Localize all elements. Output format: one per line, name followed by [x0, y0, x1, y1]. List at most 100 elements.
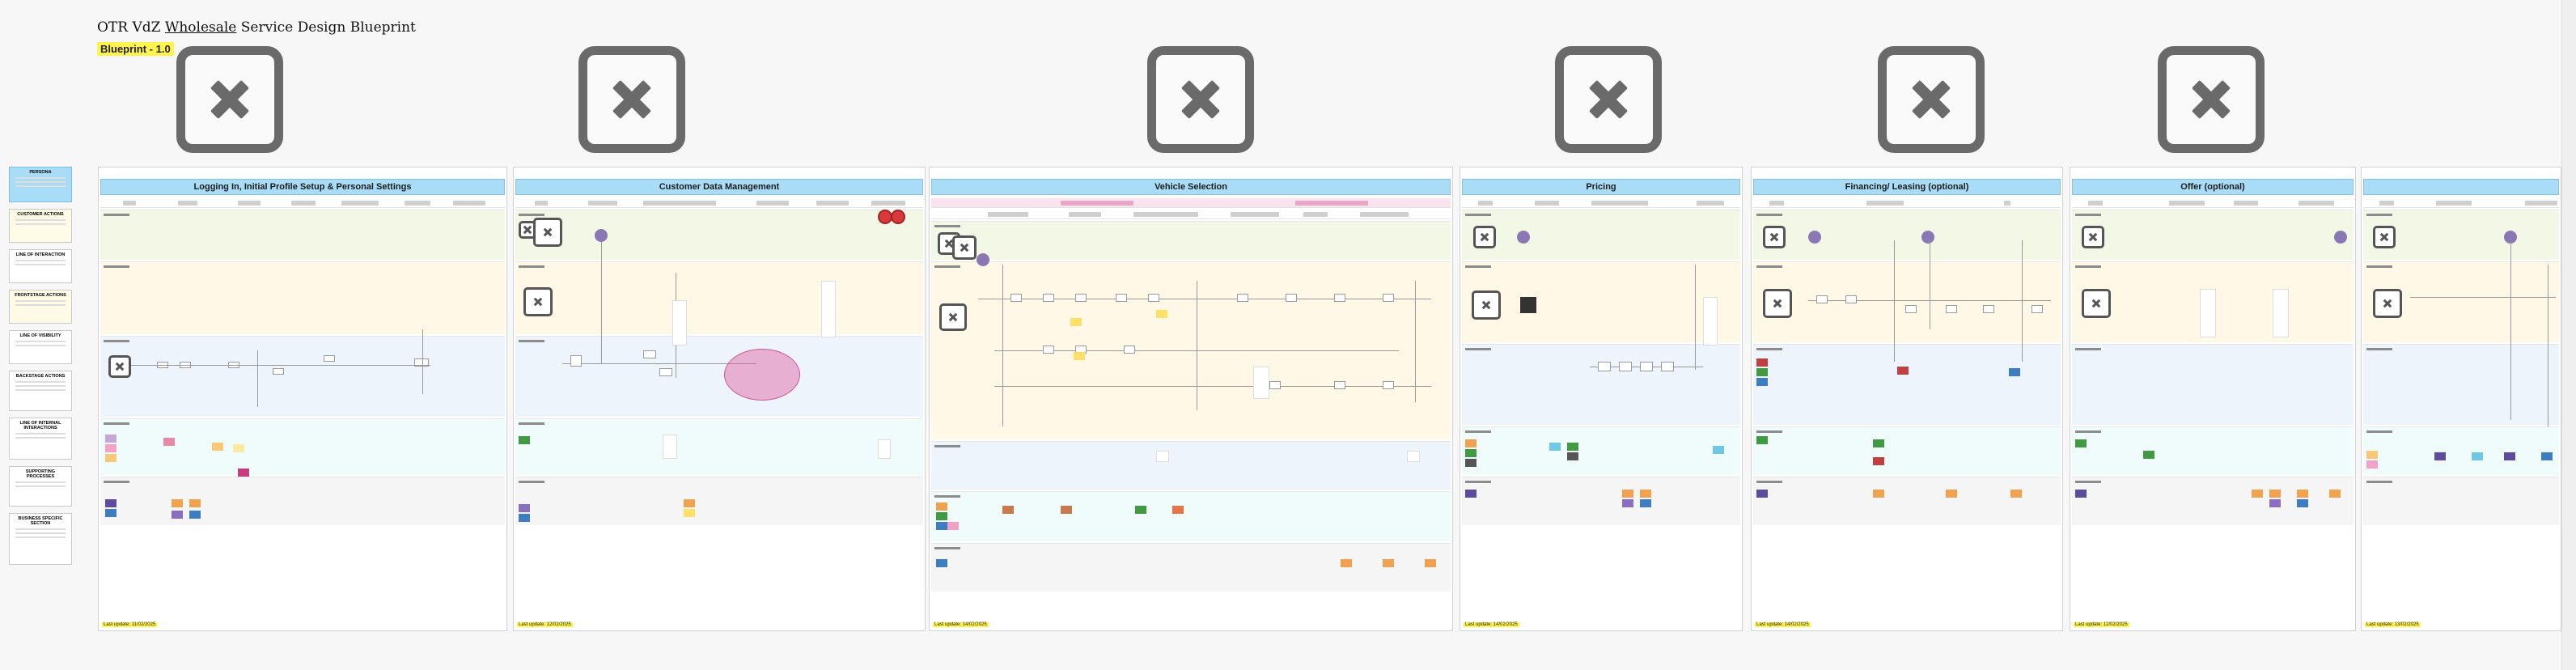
broken-image-icon[interactable]	[1472, 290, 1501, 320]
flow-node[interactable]	[1703, 297, 1718, 346]
sticky-note[interactable]	[1002, 506, 1014, 514]
sticky-note[interactable]	[189, 511, 201, 519]
flow-node[interactable]	[821, 281, 836, 337]
sticky-note[interactable]	[1074, 352, 1085, 360]
sticky-note[interactable]	[1567, 443, 1578, 451]
flow-node[interactable]	[1124, 346, 1135, 354]
sticky-note[interactable]	[1061, 506, 1072, 514]
legend-card-line-of-internal-interactions[interactable]: LINE OF INTERNAL INTERACTIONS	[9, 418, 72, 460]
sticky-note[interactable]	[1640, 499, 1651, 507]
flow-node[interactable]	[1269, 381, 1281, 389]
broken-image-icon[interactable]	[1473, 226, 1496, 248]
flow-node[interactable]	[1619, 362, 1632, 371]
flow-node[interactable]	[1237, 294, 1248, 302]
flow-node[interactable]	[643, 350, 656, 358]
sticky-note[interactable]	[1640, 490, 1651, 498]
flow-node[interactable]	[1905, 305, 1917, 313]
broken-image-icon[interactable]	[939, 303, 967, 331]
sticky-note[interactable]	[2252, 490, 2263, 498]
broken-image-icon[interactable]	[2082, 289, 2111, 318]
flow-node[interactable]	[1010, 294, 1022, 302]
broken-image-icon[interactable]	[1878, 46, 1985, 153]
sticky-note[interactable]	[212, 443, 223, 451]
broken-image-icon[interactable]	[533, 218, 562, 247]
sticky-note[interactable]	[2366, 460, 2378, 469]
sticky-note[interactable]	[519, 514, 530, 522]
flow-node[interactable]	[1407, 451, 1420, 462]
flow-node[interactable]	[1043, 294, 1054, 302]
sticky-note[interactable]	[519, 504, 530, 512]
sticky-note[interactable]	[1622, 499, 1633, 507]
sticky-note[interactable]	[936, 559, 947, 567]
touchpoint-marker[interactable]	[1921, 231, 1934, 244]
sticky-note[interactable]	[1873, 439, 1884, 447]
sticky-note[interactable]	[105, 509, 117, 517]
sticky-note[interactable]	[105, 499, 117, 507]
sticky-note[interactable]	[2075, 439, 2087, 447]
sticky-note[interactable]	[2329, 490, 2341, 498]
sticky-note[interactable]	[233, 444, 244, 452]
sticky-note[interactable]	[2366, 451, 2378, 459]
flow-node[interactable]	[672, 300, 687, 346]
blueprint-frame-financing[interactable]: Financing/ Leasing (optional) Last updat…	[1751, 167, 2063, 631]
broken-image-icon[interactable]	[1147, 46, 1254, 153]
sticky-note[interactable]	[1756, 436, 1768, 444]
flow-node[interactable]	[1148, 294, 1159, 302]
flow-node[interactable]	[1075, 294, 1087, 302]
sticky-note[interactable]	[1946, 490, 1957, 498]
sticky-note[interactable]	[684, 509, 695, 517]
sticky-note[interactable]	[936, 512, 947, 520]
sticky-note[interactable]	[947, 522, 959, 530]
flow-node[interactable]	[2200, 289, 2216, 337]
sticky-note[interactable]	[1135, 506, 1146, 514]
sticky-note[interactable]	[1567, 452, 1578, 460]
flow-node[interactable]	[1043, 346, 1054, 354]
broken-image-icon[interactable]	[523, 287, 553, 316]
legend-card-customer-actions[interactable]: CUSTOMER ACTIONS	[9, 209, 72, 243]
sticky-note[interactable]	[2434, 452, 2446, 460]
broken-image-icon[interactable]	[2373, 289, 2402, 318]
sticky-note[interactable]	[1383, 559, 1394, 567]
sticky-note[interactable]	[105, 444, 117, 452]
blueprint-frame-offer[interactable]: Offer (optional) Last update: 12/02/2025	[2070, 167, 2356, 631]
flow-node[interactable]	[1983, 305, 1994, 313]
sticky-note[interactable]	[2297, 499, 2308, 507]
sticky-note[interactable]	[1756, 378, 1768, 386]
blueprint-frame-pricing[interactable]: Pricing Last update: 14/02/2025	[1460, 167, 1743, 631]
broken-image-icon[interactable]	[2082, 226, 2104, 248]
blueprint-frame-next[interactable]: Last update: 13/02/2025	[2361, 167, 2561, 631]
flow-node[interactable]	[1640, 362, 1653, 371]
sticky-note[interactable]	[2297, 490, 2308, 498]
flow-node[interactable]	[1661, 362, 1674, 371]
flow-node[interactable]	[324, 355, 335, 362]
flow-node[interactable]	[1253, 367, 1269, 399]
broken-image-icon[interactable]	[176, 46, 283, 153]
touchpoint-marker[interactable]	[595, 229, 608, 242]
flow-node[interactable]	[1845, 295, 1857, 303]
flow-node[interactable]	[1116, 294, 1127, 302]
flow-node[interactable]	[1334, 294, 1345, 302]
flow-node[interactable]	[570, 355, 582, 367]
touchpoint-marker[interactable]	[977, 253, 989, 266]
broken-image-icon[interactable]	[1763, 226, 1786, 248]
touchpoint-marker[interactable]	[2334, 231, 2347, 244]
sticky-note[interactable]	[2010, 490, 2022, 498]
broken-image-icon[interactable]	[1555, 46, 1662, 153]
sticky-note[interactable]	[2269, 499, 2281, 507]
legend-card-line-of-interaction[interactable]: LINE OF INTERACTION	[9, 249, 72, 283]
flow-node[interactable]	[2032, 305, 2043, 313]
calculator-icon[interactable]	[1520, 297, 1536, 313]
sticky-note[interactable]	[1070, 318, 1082, 326]
blueprint-frame-vehicle-selection[interactable]: Vehicle Selection Last update: 14/02/202…	[929, 167, 1453, 631]
flow-node[interactable]	[878, 439, 891, 459]
sticky-note[interactable]	[936, 502, 947, 511]
flow-node[interactable]	[1816, 295, 1828, 303]
sticky-note[interactable]	[105, 454, 117, 462]
sticky-note[interactable]	[1465, 490, 1477, 498]
sticky-note[interactable]	[2269, 490, 2281, 498]
flow-node[interactable]	[1383, 381, 1394, 389]
flow-node[interactable]	[659, 368, 672, 376]
sticky-note[interactable]	[1756, 490, 1768, 498]
legend-card-frontstage-actions[interactable]: FRONTSTAGE ACTIONS	[9, 290, 72, 324]
sticky-note[interactable]	[2143, 451, 2154, 459]
